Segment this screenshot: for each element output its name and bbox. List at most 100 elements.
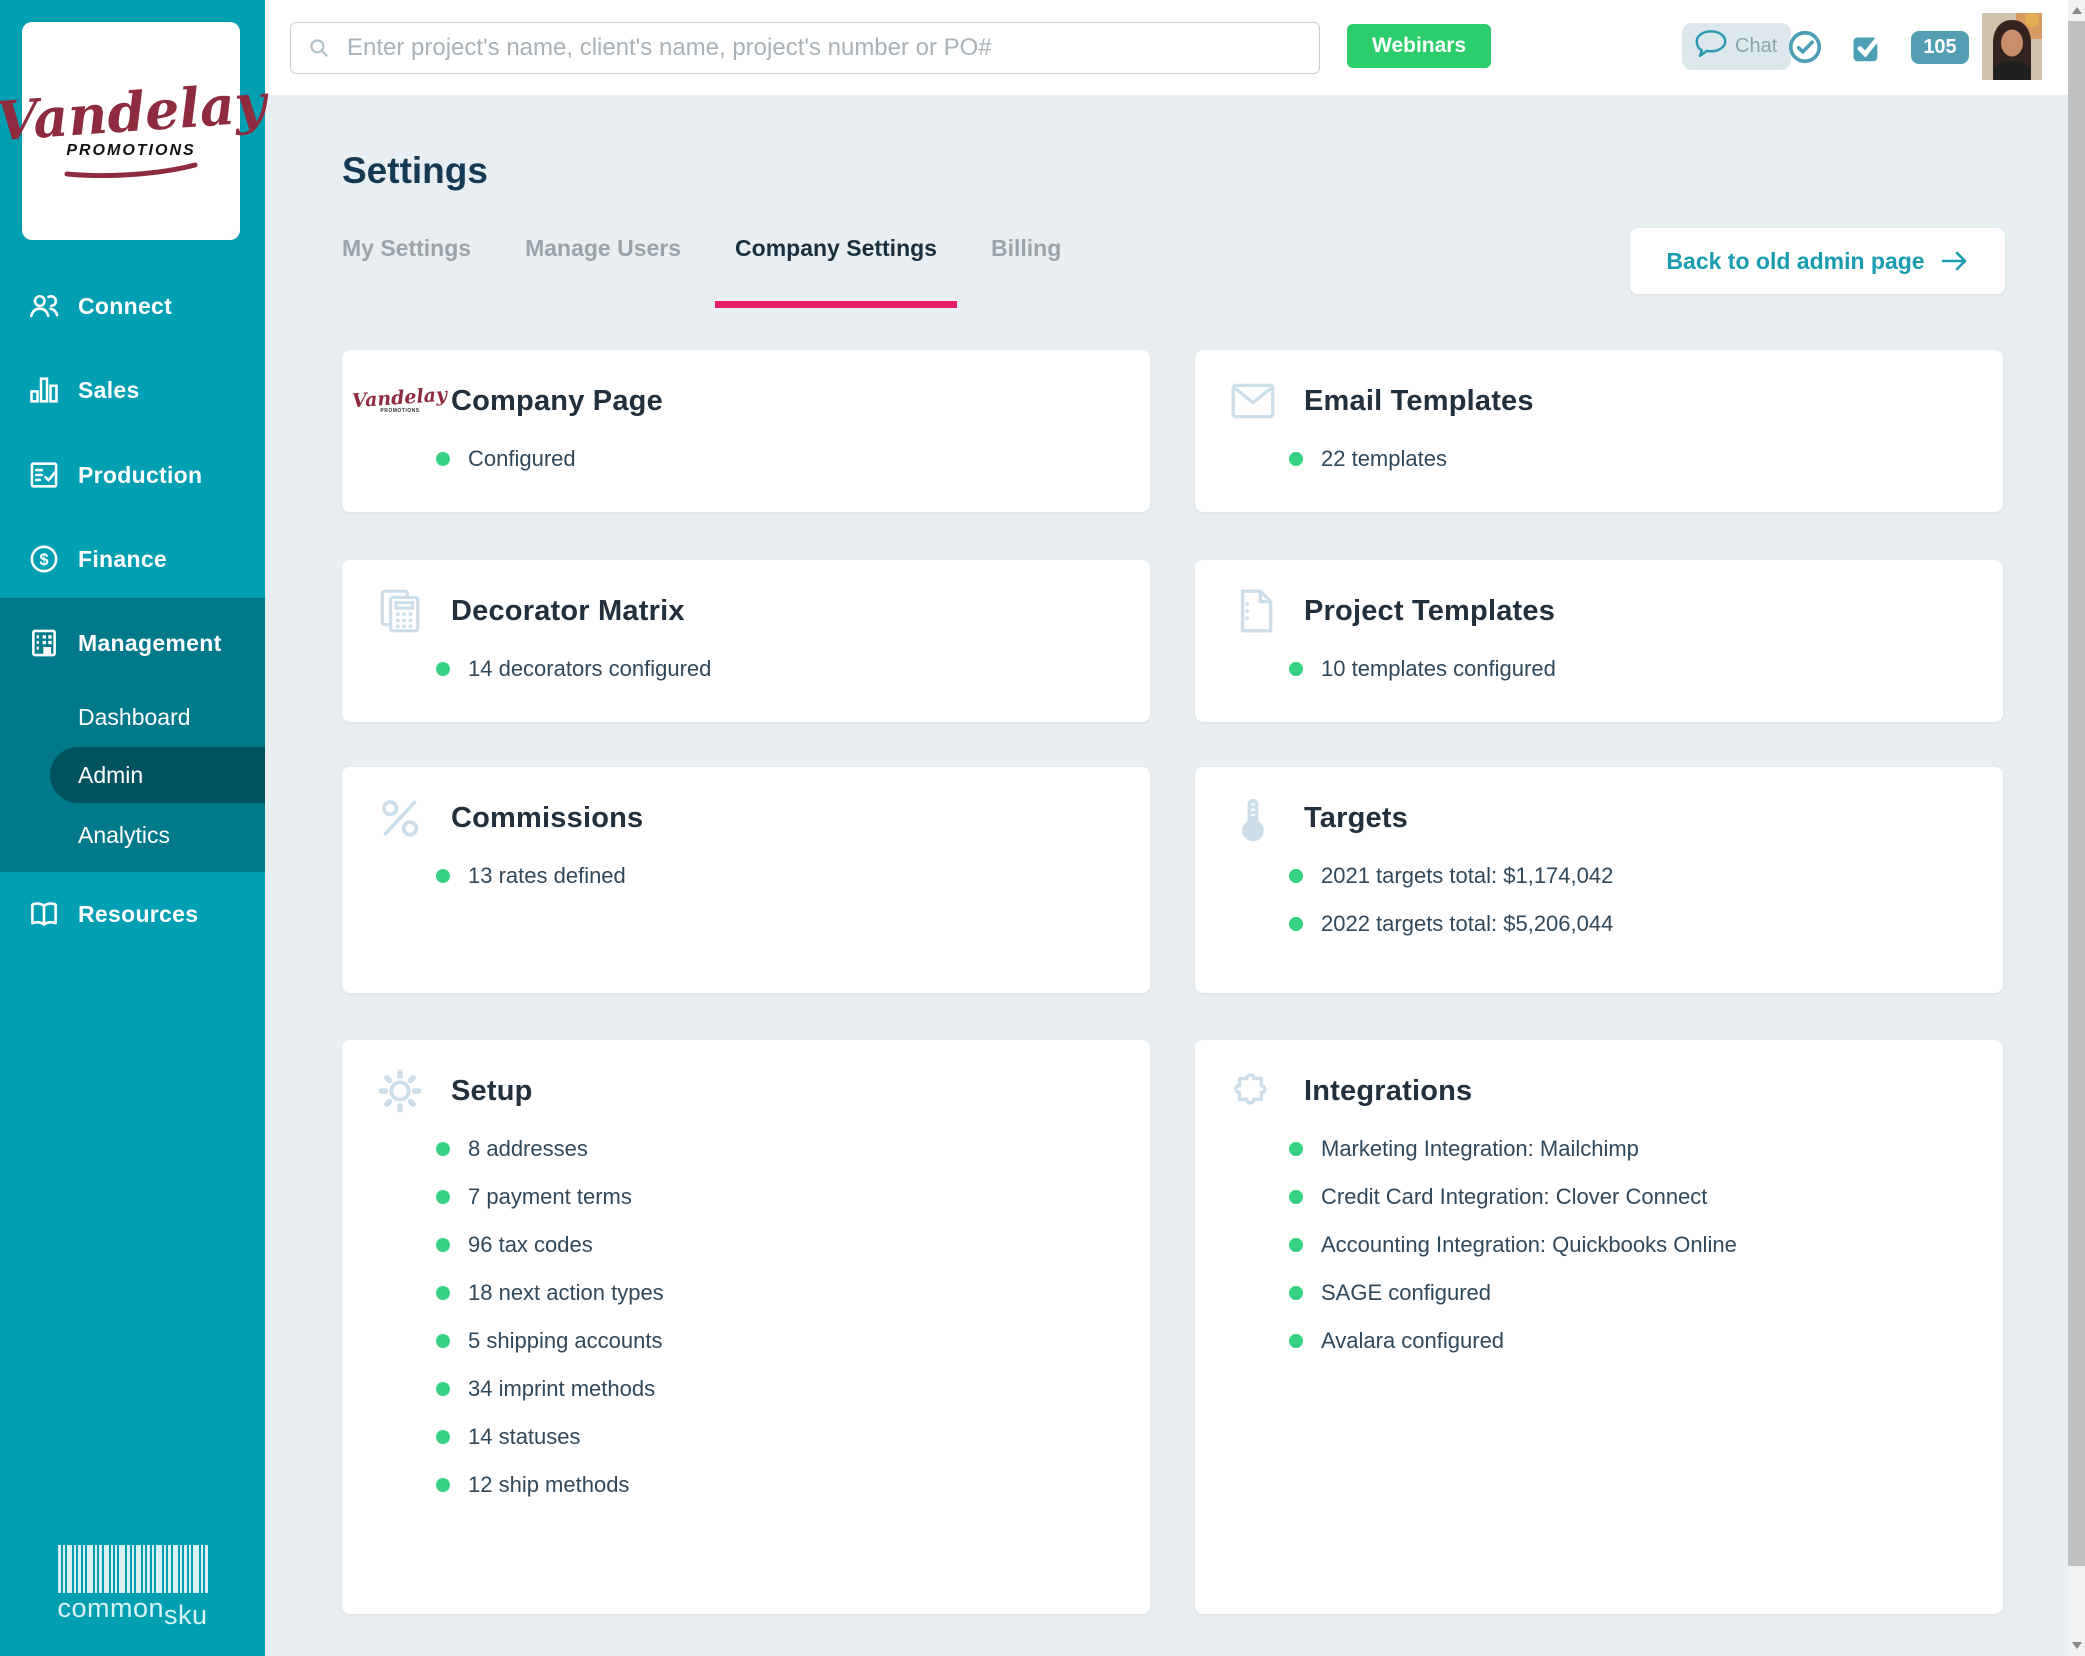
search-input[interactable] (290, 22, 1320, 74)
status-dot-icon (436, 662, 450, 676)
card-decorator-matrix[interactable]: Decorator Matrix 14 decorators configure… (342, 560, 1150, 722)
status-dot-icon (436, 869, 450, 883)
status-item: Credit Card Integration: Clover Connect (1289, 1173, 2003, 1221)
back-to-old-admin-button[interactable]: Back to old admin page (1630, 228, 2005, 294)
sidebar-subitem-label: Dashboard (78, 704, 191, 731)
status-dot-icon (1289, 869, 1303, 883)
status-item: 2021 targets total: $1,174,042 (1289, 852, 2003, 900)
card-integrations[interactable]: Integrations Marketing Integration: Mail… (1195, 1040, 2003, 1614)
status-text: Credit Card Integration: Clover Connect (1321, 1184, 1707, 1210)
status-dot-icon (1289, 1190, 1303, 1204)
sidebar-item-resources[interactable]: Resources (0, 897, 265, 931)
status-item: 14 decorators configured (436, 645, 1150, 693)
status-text: Configured (468, 446, 576, 472)
status-text: 34 imprint methods (468, 1376, 655, 1402)
card-title: Email Templates (1304, 385, 1534, 418)
sidebar-item-finance[interactable]: $ Finance (0, 542, 265, 576)
card-email-templates[interactable]: Email Templates 22 templates (1195, 350, 2003, 512)
status-text: Marketing Integration: Mailchimp (1321, 1136, 1639, 1162)
status-dot-icon (436, 1238, 450, 1252)
status-text: 5 shipping accounts (468, 1328, 662, 1354)
status-text: 12 ship methods (468, 1472, 629, 1498)
notification-count-badge[interactable]: 105 (1911, 31, 1969, 64)
status-dot-icon (1289, 1286, 1303, 1300)
tab-company-settings[interactable]: Company Settings (735, 233, 937, 263)
card-company-page[interactable]: Vandelay PROMOTIONS Company Page Configu… (342, 350, 1150, 512)
status-text: Accounting Integration: Quickbooks Onlin… (1321, 1232, 1737, 1258)
vertical-scrollbar[interactable] (2068, 0, 2085, 1656)
status-item: 14 statuses (436, 1413, 1150, 1461)
scrollbar-thumb[interactable] (2068, 21, 2085, 1566)
scrollbar-down-arrow[interactable] (2068, 1637, 2085, 1654)
checkbox-check-icon (1848, 28, 1886, 66)
user-avatar[interactable] (1982, 13, 2042, 80)
status-dot-icon (436, 1382, 450, 1396)
company-logo: Vandelay PROMOTIONS (22, 22, 240, 240)
sidebar-subitem-label: Analytics (78, 822, 170, 849)
gear-icon (375, 1066, 425, 1116)
status-text: 7 payment terms (468, 1184, 632, 1210)
status-text: 10 templates configured (1321, 656, 1556, 682)
main-area: Webinars Chat (265, 0, 2085, 1656)
scrollbar-up-arrow[interactable] (2068, 2, 2085, 19)
status-text: SAGE configured (1321, 1280, 1491, 1306)
status-text: 2021 targets total: $1,174,042 (1321, 863, 1613, 889)
status-item: 96 tax codes (436, 1221, 1150, 1269)
sidebar: Vandelay PROMOTIONS Connect (0, 0, 265, 1656)
status-text: 96 tax codes (468, 1232, 593, 1258)
dollar-circle-icon: $ (27, 542, 61, 576)
card-title: Decorator Matrix (451, 595, 685, 628)
sidebar-item-label: Connect (78, 293, 172, 320)
sidebar-item-sales[interactable]: Sales (0, 373, 265, 407)
webinars-button[interactable]: Webinars (1347, 24, 1491, 68)
card-commissions[interactable]: Commissions 13 rates defined (342, 767, 1150, 993)
status-text: 22 templates (1321, 446, 1447, 472)
sidebar-item-management[interactable]: Management (0, 626, 265, 660)
tasks-button[interactable] (1847, 27, 1887, 67)
card-title: Commissions (451, 802, 643, 835)
commonsku-logo: commonsku (0, 1545, 265, 1622)
sidebar-subitem-dashboard[interactable]: Dashboard (0, 700, 265, 734)
sidebar-item-label: Sales (78, 377, 140, 404)
status-item: 2022 targets total: $5,206,044 (1289, 900, 2003, 948)
tab-billing[interactable]: Billing (991, 233, 1061, 263)
top-bar: Webinars Chat (265, 0, 2085, 95)
sidebar-subitem-analytics[interactable]: Analytics (0, 818, 265, 852)
status-text: 14 statuses (468, 1424, 581, 1450)
sidebar-item-connect[interactable]: Connect (0, 289, 265, 323)
commonsku-wordmark: commonsku (57, 1595, 207, 1622)
app-window: Vandelay PROMOTIONS Connect (0, 0, 2085, 1656)
check-circle-button[interactable] (1785, 27, 1825, 67)
status-text: 18 next action types (468, 1280, 664, 1306)
card-title: Targets (1304, 802, 1408, 835)
status-text: 13 rates defined (468, 863, 626, 889)
status-item: 12 ship methods (436, 1461, 1150, 1509)
status-item: 18 next action types (436, 1269, 1150, 1317)
tab-manage-users[interactable]: Manage Users (525, 233, 681, 263)
logo-swash-decoration (61, 162, 201, 178)
card-title: Integrations (1304, 1075, 1472, 1108)
sidebar-item-production[interactable]: Production (0, 458, 265, 492)
sidebar-subitem-label: Admin (50, 762, 143, 789)
sidebar-item-label: Finance (78, 546, 167, 573)
bar-chart-icon (27, 373, 61, 407)
puzzle-icon (1228, 1066, 1278, 1116)
people-icon (27, 289, 61, 323)
svg-text:$: $ (39, 551, 48, 569)
card-targets[interactable]: Targets 2021 targets total: $1,174,042 2… (1195, 767, 2003, 993)
tab-my-settings[interactable]: My Settings (342, 233, 471, 263)
sidebar-item-label: Resources (78, 901, 198, 928)
status-item: 22 templates (1289, 435, 2003, 483)
chat-button[interactable]: Chat (1682, 23, 1791, 70)
card-setup[interactable]: Setup 8 addresses 7 payment terms 96 tax… (342, 1040, 1150, 1614)
status-item: 7 payment terms (436, 1173, 1150, 1221)
card-title: Setup (451, 1075, 533, 1108)
status-dot-icon (1289, 1334, 1303, 1348)
status-item: 34 imprint methods (436, 1365, 1150, 1413)
status-item: Avalara configured (1289, 1317, 2003, 1365)
open-book-icon (27, 897, 61, 931)
status-item: Accounting Integration: Quickbooks Onlin… (1289, 1221, 2003, 1269)
check-circle-icon (1786, 28, 1824, 66)
sidebar-subitem-admin-active[interactable]: Admin (50, 747, 265, 803)
card-project-templates[interactable]: Project Templates 10 templates configure… (1195, 560, 2003, 722)
